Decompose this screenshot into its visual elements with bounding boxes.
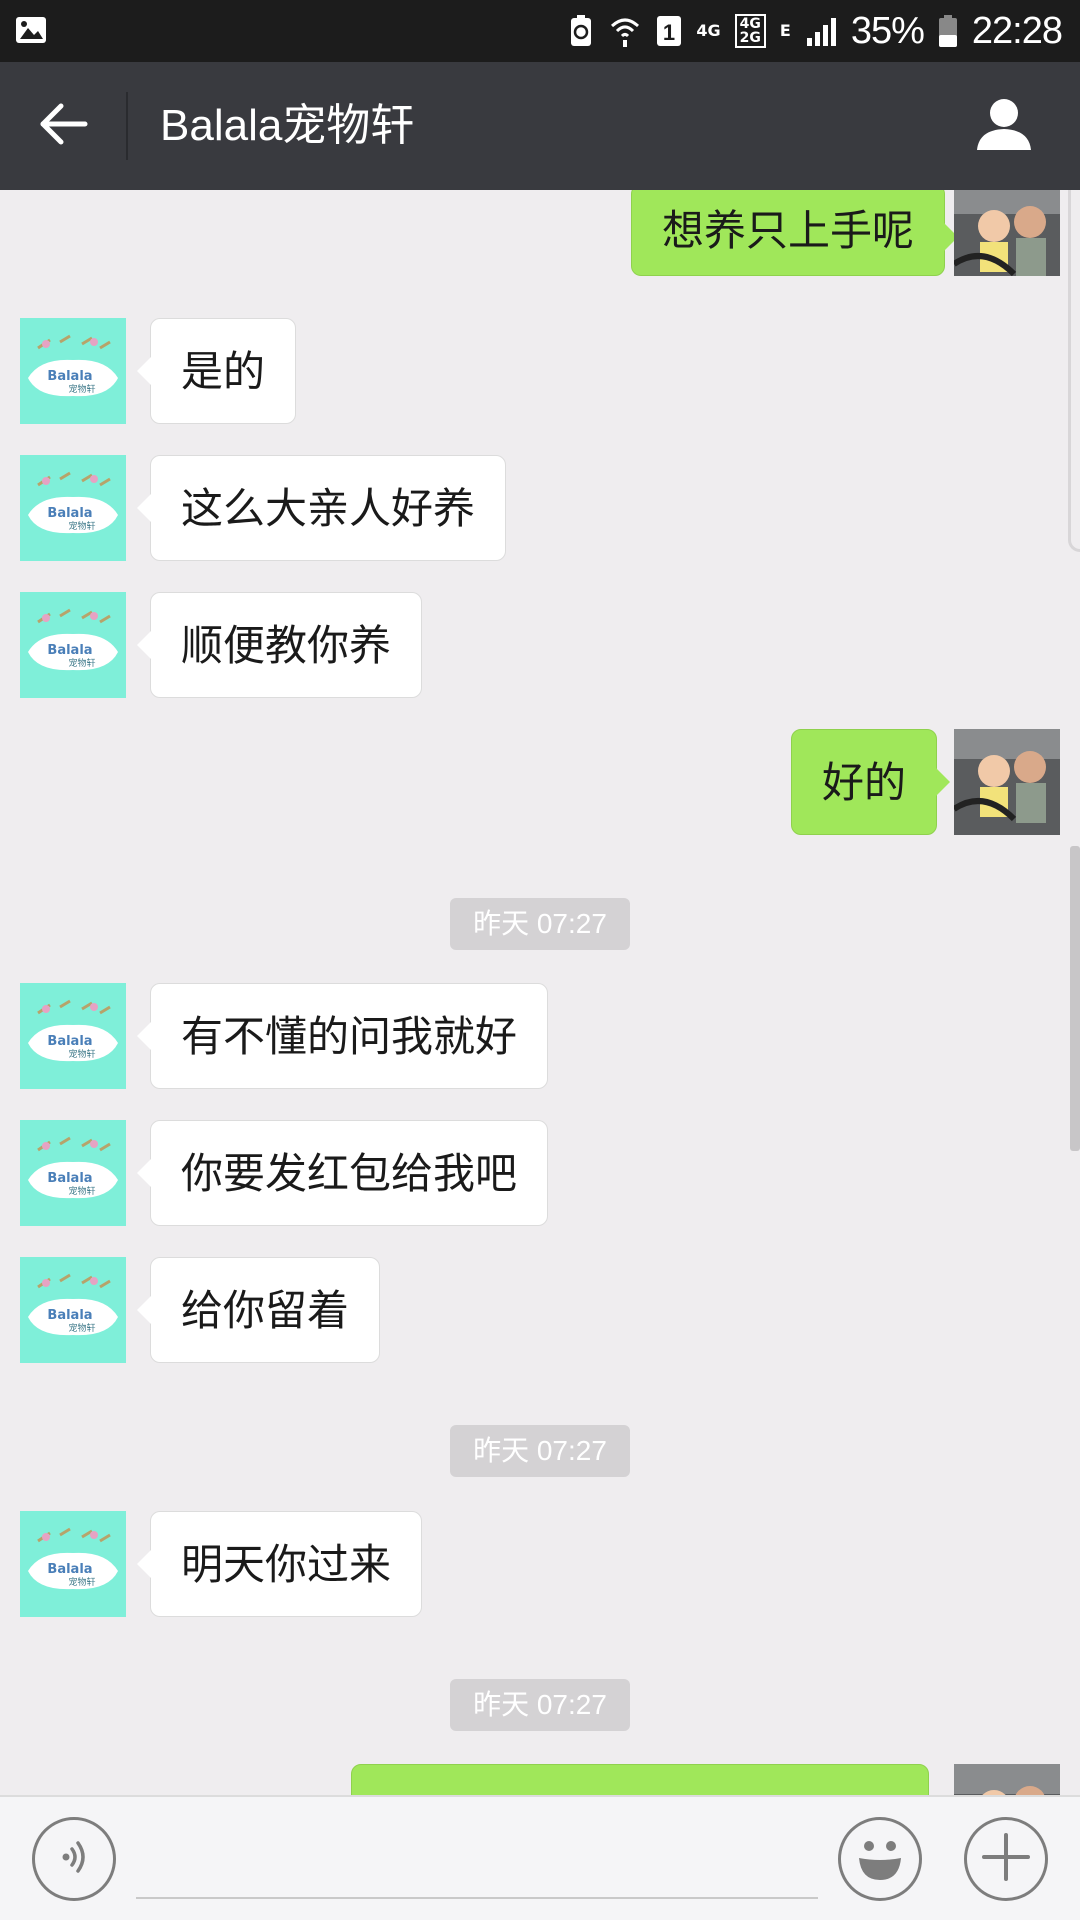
- title-bar: Balala宠物轩: [0, 62, 1080, 190]
- svg-text:Balala: Balala: [47, 643, 92, 658]
- my-avatar[interactable]: [954, 190, 1060, 276]
- contact-logo-text: Balala: [47, 369, 92, 384]
- contact-avatar[interactable]: Balala 宠物轩: [20, 455, 126, 561]
- message-bubble-received[interactable]: 顺便教你养: [136, 592, 423, 698]
- battery-icon: [938, 14, 958, 48]
- contact-avatar[interactable]: Balala 宠物轩: [20, 983, 126, 1089]
- timestamp: 昨天 07:27: [450, 1425, 630, 1477]
- message-bubble-sent[interactable]: [351, 1764, 929, 1795]
- chat-info-button[interactable]: [968, 90, 1040, 162]
- svg-text:Balala: Balala: [47, 506, 92, 521]
- more-button[interactable]: [964, 1817, 1048, 1901]
- voice-button[interactable]: [32, 1817, 116, 1901]
- contact-avatar[interactable]: Balala 宠物轩: [20, 592, 126, 698]
- person-icon: [975, 96, 1033, 156]
- svg-text:宠物轩: 宠物轩: [68, 1048, 95, 1060]
- svg-text:宠物轩: 宠物轩: [68, 657, 95, 669]
- svg-text:宠物轩: 宠物轩: [68, 1576, 95, 1588]
- emoji-button[interactable]: [838, 1817, 922, 1901]
- contact-avatar[interactable]: Balala 宠物轩: [20, 318, 126, 424]
- status-bar: 1 4G 4G 2G E 35% 22:28: [0, 0, 1080, 62]
- back-button[interactable]: [28, 94, 100, 158]
- message-list[interactable]: 想养只上手呢 Balala 宠物轩 是的 Balala 宠物轩 这么大亲人好养 Ba…: [0, 190, 1080, 1795]
- message-bubble-received[interactable]: 给你留着: [136, 1257, 381, 1363]
- message-bubble-sent[interactable]: 好的: [791, 729, 951, 835]
- network-e-label: E: [779, 21, 791, 40]
- battery-percent: 35%: [850, 9, 925, 52]
- smiley-icon: [847, 1824, 913, 1894]
- voice-icon: [52, 1835, 96, 1883]
- network-type-label: 4G: [696, 21, 721, 40]
- svg-text:宠物轩: 宠物轩: [68, 1185, 95, 1197]
- wifi-icon: [608, 14, 642, 48]
- plus-icon: [980, 1831, 1032, 1887]
- svg-text:Balala: Balala: [47, 1171, 92, 1186]
- chat-title: Balala宠物轩: [160, 101, 415, 150]
- contact-avatar[interactable]: Balala 宠物轩: [20, 1120, 126, 1226]
- message-bubble-received[interactable]: 明天你过来: [136, 1511, 423, 1617]
- message-bubble-received[interactable]: 有不懂的问我就好: [136, 983, 549, 1089]
- signal-4g-2g-icon: 4G 2G: [734, 14, 766, 48]
- message-bubble-received[interactable]: 是的: [136, 318, 297, 424]
- input-bar: [0, 1795, 1080, 1920]
- sim-slot-icon: 1: [656, 15, 682, 47]
- title-divider: [126, 92, 128, 160]
- message-bubble-received[interactable]: 你要发红包给我吧: [136, 1120, 549, 1226]
- contact-avatar[interactable]: Balala 宠物轩: [20, 1511, 126, 1617]
- svg-text:宠物轩: 宠物轩: [68, 1322, 95, 1334]
- arrow-left-icon: [39, 102, 89, 150]
- network-top-label: 4G: [739, 16, 761, 32]
- message-input[interactable]: [136, 1815, 818, 1899]
- battery-saver-icon: [568, 14, 594, 48]
- message-bubble-sent[interactable]: 想养只上手呢: [631, 190, 959, 276]
- signal-bars-icon: [805, 16, 837, 46]
- sim-slot-label: 1: [663, 20, 675, 45]
- timestamp: 昨天 07:27: [450, 1679, 630, 1731]
- my-avatar[interactable]: [954, 729, 1060, 835]
- network-bottom-label: 2G: [739, 30, 761, 46]
- contact-logo-subtext: 宠物轩: [68, 383, 95, 395]
- image-icon: [14, 13, 48, 47]
- message-bubble-received[interactable]: 这么大亲人好养: [136, 455, 507, 561]
- scrollbar[interactable]: [1070, 846, 1080, 1151]
- contact-avatar[interactable]: Balala 宠物轩: [20, 1257, 126, 1363]
- my-avatar[interactable]: [954, 1764, 1060, 1795]
- svg-text:Balala: Balala: [47, 1562, 92, 1577]
- svg-text:宠物轩: 宠物轩: [68, 520, 95, 532]
- timestamp: 昨天 07:27: [450, 898, 630, 950]
- svg-text:Balala: Balala: [47, 1034, 92, 1049]
- svg-text:Balala: Balala: [47, 1308, 92, 1323]
- clock: 22:28: [971, 9, 1063, 52]
- scroll-edge: [1068, 190, 1080, 552]
